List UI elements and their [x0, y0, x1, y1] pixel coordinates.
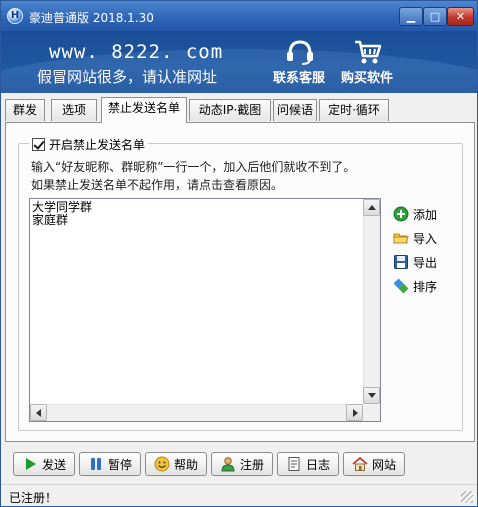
scroll-right-button[interactable]	[346, 404, 363, 421]
log-label: 日志	[305, 457, 330, 472]
scroll-left-button[interactable]	[30, 404, 47, 421]
help-icon	[154, 456, 170, 472]
add-label: 添加	[413, 207, 438, 222]
close-button[interactable]: ✕	[447, 7, 474, 26]
blocklist-entries[interactable]: 大学同学群 家庭群	[32, 201, 92, 227]
export-label: 导出	[413, 255, 438, 270]
app-logo-icon: H	[7, 8, 23, 24]
window-title: 豪迪普通版 2018.1.30	[29, 11, 154, 25]
headset-icon	[287, 40, 313, 65]
blocklist-entry: 家庭群	[32, 213, 69, 227]
tab-schedule-loop[interactable]: 定时·循环	[319, 99, 389, 121]
register-button[interactable]: 注册	[211, 452, 273, 476]
banner-slogan: 假冒网站很多，请认准网址	[37, 68, 218, 86]
user-icon	[221, 457, 235, 472]
send-button[interactable]: 发送	[13, 452, 75, 476]
maximize-icon: □	[429, 10, 441, 23]
add-button[interactable]: 添加	[393, 202, 459, 226]
import-button[interactable]: 导入	[393, 226, 459, 250]
arrow-right-icon	[353, 409, 358, 417]
tab-greetings[interactable]: 问候语	[273, 99, 317, 121]
pause-button[interactable]: 暂停	[79, 452, 141, 476]
horizontal-scrollbar[interactable]	[30, 404, 363, 421]
add-icon	[393, 206, 409, 222]
bottom-toolbar: 发送 暂停 帮助 注册 日志 网站	[5, 448, 475, 482]
contact-support-link[interactable]: 联系客服	[267, 31, 331, 93]
resize-grip-icon[interactable]	[461, 491, 473, 503]
buy-software-link[interactable]: 购买软件	[335, 31, 399, 93]
export-button[interactable]: 导出	[393, 250, 459, 274]
contact-support-label: 联系客服	[272, 71, 325, 86]
sort-label: 排序	[413, 279, 438, 294]
enable-blocklist-label[interactable]: 开启禁止发送名单	[49, 136, 145, 153]
arrow-down-icon	[368, 393, 376, 398]
buy-software-label: 购买软件	[340, 71, 393, 86]
scroll-down-button[interactable]	[363, 387, 380, 404]
main-window: H 豪迪普通版 2018.1.30 ▁ □ ✕ www. 8222. com 假…	[0, 0, 478, 507]
tab-blocklist[interactable]: 禁止发送名单	[101, 97, 187, 123]
vertical-scrollbar[interactable]	[363, 199, 380, 404]
folder-icon	[393, 233, 409, 244]
log-icon	[288, 457, 300, 471]
shopping-cart-icon	[355, 40, 382, 64]
home-icon	[352, 456, 368, 471]
instruction-text: 输入“好友昵称、群昵称”一行一个，加入后他们就收不到了。	[31, 160, 356, 174]
status-bar: 已注册！	[1, 484, 477, 506]
blocklist-panel: 开启禁止发送名单 输入“好友昵称、群昵称”一行一个，加入后他们就收不到了。 如果…	[5, 122, 475, 442]
enable-blocklist-checkbox-row[interactable]: 开启禁止发送名单	[29, 135, 149, 153]
website-button[interactable]: 网站	[343, 452, 405, 476]
minimize-icon: ▁	[406, 10, 416, 23]
tab-dynamic-ip-screenshot[interactable]: 动态IP·截图	[189, 99, 271, 121]
blocklist-textarea[interactable]: 大学同学群 家庭群	[29, 198, 381, 422]
website-label: 网站	[371, 457, 396, 472]
scroll-up-button[interactable]	[363, 199, 380, 216]
maximize-button[interactable]: □	[423, 7, 447, 26]
banner-website-url[interactable]: www. 8222. com	[49, 41, 223, 63]
pause-label: 暂停	[107, 457, 132, 472]
status-text: 已注册！	[9, 491, 58, 505]
enable-blocklist-checkbox[interactable]	[32, 137, 45, 151]
send-label: 发送	[41, 457, 66, 472]
log-button[interactable]: 日志	[277, 452, 339, 476]
title-bar[interactable]: H 豪迪普通版 2018.1.30 ▁ □ ✕	[1, 1, 477, 31]
troubleshoot-link[interactable]: 如果禁止发送名单不起作用，请点击查看原因。	[31, 176, 283, 193]
arrow-up-icon	[368, 205, 376, 210]
save-icon	[394, 255, 408, 269]
arrow-left-icon	[36, 409, 41, 417]
close-icon: ✕	[455, 10, 466, 23]
scrollbar-corner	[363, 404, 380, 421]
tab-bar: 群发 选项 禁止发送名单 动态IP·截图 问候语 定时·循环	[5, 97, 475, 123]
blocklist-groupbox: 开启禁止发送名单 输入“好友昵称、群昵称”一行一个，加入后他们就收不到了。 如果…	[18, 135, 463, 431]
register-label: 注册	[239, 457, 264, 472]
help-label: 帮助	[173, 457, 198, 472]
list-actions: 添加 导入 导出 排序	[393, 202, 459, 298]
tab-mass-send[interactable]: 群发	[5, 99, 45, 121]
sort-icon	[393, 278, 409, 294]
play-icon	[25, 458, 36, 470]
banner: www. 8222. com 假冒网站很多，请认准网址 联系客服 购买软件	[1, 31, 477, 93]
tab-options[interactable]: 选项	[51, 99, 97, 121]
minimize-button[interactable]: ▁	[399, 7, 423, 26]
sort-button[interactable]: 排序	[393, 274, 459, 298]
help-button[interactable]: 帮助	[145, 452, 207, 476]
import-label: 导入	[413, 231, 438, 246]
pause-icon	[90, 458, 101, 470]
